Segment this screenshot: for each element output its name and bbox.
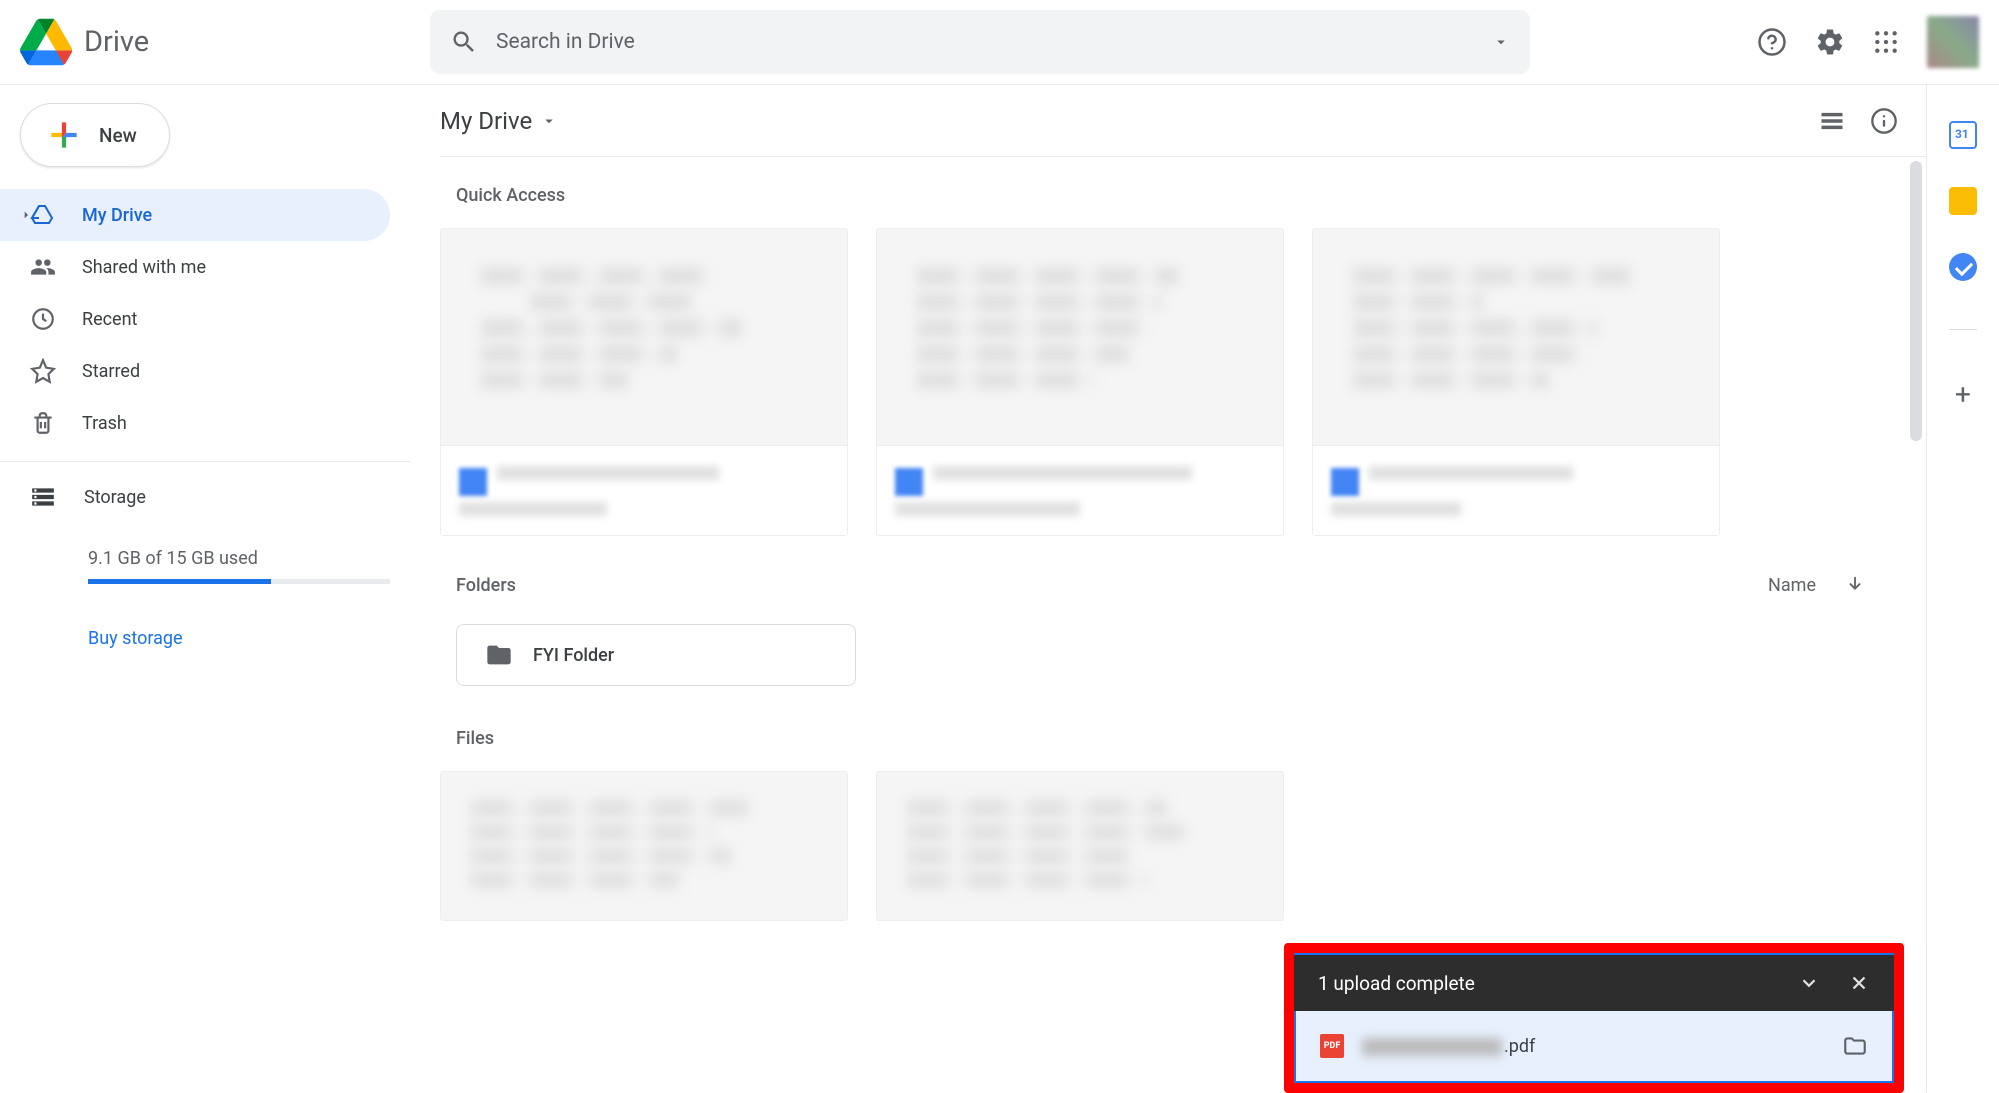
doc-type-icon: [895, 468, 923, 496]
folder-item[interactable]: FYI Folder: [456, 624, 856, 686]
sort-control[interactable]: Name: [1768, 574, 1866, 596]
clock-icon: [30, 306, 58, 332]
sidebar-item-my-drive[interactable]: My Drive: [0, 189, 390, 241]
help-icon[interactable]: [1757, 27, 1787, 57]
header-actions: [1757, 16, 1979, 68]
collapse-chevron-icon[interactable]: [1798, 972, 1820, 994]
list-view-icon[interactable]: [1818, 107, 1846, 135]
plus-icon: [45, 116, 83, 154]
sidebar-item-starred[interactable]: Starred: [0, 345, 390, 397]
drive-icon: [30, 203, 58, 227]
card-thumbnail: [440, 228, 848, 446]
quick-access-card[interactable]: [440, 228, 848, 536]
storage-progress-fill: [88, 579, 271, 584]
locate-folder-icon[interactable]: [1842, 1033, 1868, 1059]
new-button-label: New: [99, 124, 137, 147]
side-panel-divider: [1949, 329, 1977, 330]
content-header: My Drive: [440, 85, 1926, 157]
chevron-down-icon: [540, 112, 558, 130]
quick-access-row: [440, 228, 1926, 536]
search-icon: [450, 28, 478, 56]
close-icon[interactable]: [1848, 972, 1870, 994]
card-meta: [876, 446, 1284, 536]
sidebar-item-storage[interactable]: Storage: [30, 484, 410, 510]
app-name: Drive: [84, 25, 149, 59]
storage-usage-text: 9.1 GB of 15 GB used: [88, 548, 390, 569]
files-grid: [440, 771, 1926, 921]
calendar-app-icon[interactable]: [1949, 121, 1977, 149]
add-app-icon[interactable]: +: [1955, 378, 1971, 411]
trash-icon: [30, 410, 58, 436]
storage-icon: [30, 484, 56, 510]
sidebar-nav: My Drive Shared with me Recent Starred T…: [0, 189, 410, 449]
folder-icon: [485, 641, 513, 669]
doc-type-icon: [1331, 468, 1359, 496]
sidebar-item-label: Trash: [82, 413, 127, 434]
upload-title: 1 upload complete: [1318, 972, 1770, 995]
search-options-dropdown-icon[interactable]: [1492, 33, 1510, 51]
quick-access-card[interactable]: [1312, 228, 1720, 536]
breadcrumb[interactable]: My Drive: [440, 107, 558, 135]
folders-label: Folders: [456, 575, 516, 596]
storage-progress-bar: [88, 579, 390, 584]
buy-storage-link[interactable]: Buy storage: [88, 628, 390, 649]
sidebar-item-shared[interactable]: Shared with me: [0, 241, 390, 293]
app-header: Drive Search in Drive: [0, 0, 1999, 85]
sidebar-item-label: My Drive: [82, 205, 152, 226]
uploaded-file-row[interactable]: PDF .pdf: [1294, 1011, 1894, 1083]
new-button[interactable]: New: [20, 103, 170, 167]
quick-access-label: Quick Access: [456, 185, 1926, 206]
sidebar-item-label: Starred: [82, 361, 140, 382]
people-icon: [30, 254, 58, 280]
sidebar-item-trash[interactable]: Trash: [0, 397, 390, 449]
arrow-down-icon: [1844, 574, 1866, 596]
card-meta: [1312, 446, 1720, 536]
settings-gear-icon[interactable]: [1815, 27, 1845, 57]
sidebar: New My Drive Shared with me Recent: [0, 85, 410, 1093]
pdf-badge-icon: PDF: [1320, 1034, 1344, 1058]
storage-section: Storage: [0, 484, 410, 510]
upload-panel-header: 1 upload complete: [1294, 953, 1894, 1011]
doc-type-icon: [459, 468, 487, 496]
sidebar-item-label: Recent: [82, 309, 137, 330]
star-icon: [30, 358, 58, 384]
files-label: Files: [456, 728, 1926, 749]
drive-logo-icon: [20, 16, 72, 68]
search-placeholder: Search in Drive: [496, 30, 1492, 54]
side-panel: +: [1927, 85, 1999, 1093]
account-avatar[interactable]: [1927, 16, 1979, 68]
uploaded-filename: .pdf: [1362, 1036, 1535, 1057]
apps-grid-icon[interactable]: [1873, 29, 1899, 55]
main-content: My Drive Quick Access: [410, 85, 1927, 1093]
upload-complete-panel: 1 upload complete PDF .pdf: [1284, 943, 1904, 1093]
file-card[interactable]: [440, 771, 848, 921]
file-card[interactable]: [876, 771, 1284, 921]
sort-label: Name: [1768, 575, 1816, 596]
search-box[interactable]: Search in Drive: [430, 10, 1530, 74]
storage-label: Storage: [84, 487, 146, 508]
quick-access-card[interactable]: [876, 228, 1284, 536]
sidebar-item-label: Shared with me: [82, 257, 206, 278]
keep-app-icon[interactable]: [1949, 187, 1977, 215]
sidebar-divider: [0, 461, 410, 462]
folder-name: FYI Folder: [533, 645, 614, 666]
card-thumbnail: [1312, 228, 1720, 446]
card-thumbnail: [876, 228, 1284, 446]
scrollbar[interactable]: [1910, 161, 1922, 441]
logo-area[interactable]: Drive: [20, 16, 430, 68]
info-icon[interactable]: [1870, 107, 1898, 135]
card-meta: [440, 446, 848, 536]
breadcrumb-label: My Drive: [440, 107, 532, 135]
sidebar-item-recent[interactable]: Recent: [0, 293, 390, 345]
tasks-app-icon[interactable]: [1949, 253, 1977, 281]
